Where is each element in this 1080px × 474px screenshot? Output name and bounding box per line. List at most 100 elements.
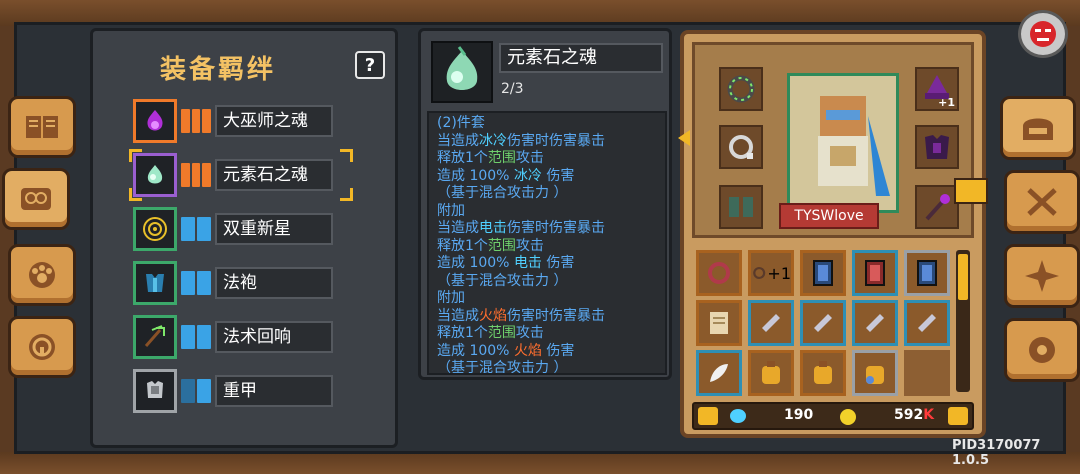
tab-talent[interactable] [1004,244,1080,308]
bond-item[interactable]: 法术回响 [133,315,349,359]
bond-label: 大巫师之魂 [215,105,333,137]
element-soul-icon [431,41,493,103]
description-line: 释放1个范围攻击 [437,150,657,168]
description-text: 附加 [437,202,465,219]
description-line: （基于混合攻击力 ） [437,185,657,203]
inventory-slot[interactable] [800,350,846,396]
description-text: （基于混合攻击力 ） [437,272,568,289]
necklace-icon [753,266,766,280]
detail-description[interactable]: (2)件套 当造成冰冷伤害时伤害暴击 释放1个范围攻击 造成 100% 冰冷 伤害 （基… [427,111,667,375]
description-line: 当造成冰冷伤害时伤害暴击 [437,133,657,151]
bond-item[interactable]: 大巫师之魂 [133,99,349,143]
book-icon [26,116,58,138]
tab-vehicle[interactable] [8,316,76,378]
bond-item[interactable]: 重甲 [133,369,349,413]
description-text: 攻击 [515,325,544,341]
plus-badge: +1 [767,263,791,283]
description-text: 伤害 [541,255,575,271]
description-line: 造成 100% 冰冷 伤害 [437,168,657,186]
gold-suffix: K [923,407,935,423]
bond-label: 法袍 [215,267,333,299]
keyword-fire: 火焰 [479,307,507,324]
necklace-slot[interactable] [719,67,763,111]
inventory-slot[interactable] [748,300,794,346]
bond-tier-bars [181,271,211,295]
element-soul-icon [133,153,177,197]
inventory-slot[interactable] [852,250,898,296]
tab-skills[interactable] [1004,170,1080,234]
feather-icon [710,364,728,382]
description-line: 释放1个范围攻击 [437,238,657,256]
inventory-slot[interactable] [904,250,950,296]
keyword-zone: 范围 [487,150,516,166]
wheel-icon [29,334,55,360]
weapon-slot[interactable] [915,185,959,229]
robe-icon [133,261,177,305]
inventory-slot[interactable] [800,250,846,296]
description-text: 伤害时伤害暴击 [507,132,605,149]
description-text: 造成 100% [437,167,514,184]
heavy-armor-icon [133,369,177,413]
bonds-panel: 装备羁绊 ? 大巫师之魂 元素石之魂 双重新星 法袍 法术回响 重甲 [90,28,398,448]
inventory-slot[interactable] [696,300,742,346]
help-button[interactable]: ? [355,51,385,79]
description-line: 当造成电击伤害时伤害暴击 [437,220,657,238]
inventory-slot[interactable] [852,350,898,396]
gem-icon [730,409,746,423]
bond-item[interactable]: 法袍 [133,261,349,305]
bond-tier-bars [181,325,211,349]
description-text: 释放1个 [437,325,488,341]
boots-slot[interactable] [719,185,763,229]
bonds-title: 装备羁绊 [159,55,276,85]
lock-icon[interactable] [698,407,718,425]
keyword-ice: 电击 [513,255,542,271]
scrollbar-thumb[interactable] [958,254,968,300]
tab-settings[interactable] [1004,318,1080,382]
bond-item-selected[interactable]: 元素石之魂 [129,149,353,201]
inventory-slot[interactable] [800,300,846,346]
bond-tier-bars [181,109,212,133]
close-button[interactable] [1018,10,1068,58]
description-text: 附加 [437,290,465,306]
tab-pet[interactable] [8,244,76,306]
description-line: (2)件套 [437,115,657,133]
inventory-slot-empty[interactable] [904,350,950,396]
inventory-slot[interactable] [748,350,794,396]
description-line: （基于混合攻击力 ） [437,360,657,373]
description-text: （基于混合攻击力 ） [437,185,568,201]
bond-detail-panel: 元素石之魂 2/3 (2)件套 当造成冰冷伤害时伤害暴击 释放1个范围攻击 造成 10… [418,28,672,380]
paw-icon [29,262,55,288]
inventory-slot[interactable] [696,250,742,296]
gold-value: 592 [894,407,924,423]
page-flag-icon[interactable] [954,178,988,204]
inventory-slot[interactable] [852,300,898,346]
necklace-icon [708,262,730,284]
character-portrait[interactable] [787,73,899,213]
armor-slot[interactable] [915,125,959,169]
description-line: （基于混合攻击力 ） [437,273,657,291]
description-text: 释放1个 [437,237,488,254]
bond-item[interactable]: 双重新星 [133,207,349,251]
tab-helmet[interactable] [1000,96,1076,160]
inventory-slot[interactable] [696,350,742,396]
crossed-swords-icon [1027,188,1057,216]
keyword-fire: 火焰 [513,342,542,359]
gear-icon [1029,337,1055,363]
inventory-slot[interactable]: +1 [748,250,794,296]
description-text: 当造成 [437,132,479,149]
gold-coin-icon [840,409,856,425]
helmet-icon [1023,118,1053,140]
description-text: (2)件套 [437,115,485,131]
ring-slot[interactable] [719,125,763,169]
description-text: 伤害时伤害暴击 [507,220,605,236]
description-line: 当造成火焰伤害时伤害暴击 [437,308,657,326]
bond-label: 重甲 [215,375,333,407]
card-icon [917,260,937,286]
scroll-item-icon [710,312,728,334]
tab-scroll[interactable] [2,168,70,230]
inventory-slot[interactable] [904,300,950,346]
tab-book[interactable] [8,96,76,158]
bond-label: 法术回响 [215,321,333,353]
hat-slot[interactable]: +1 [915,67,959,111]
sort-icon[interactable] [948,407,968,425]
